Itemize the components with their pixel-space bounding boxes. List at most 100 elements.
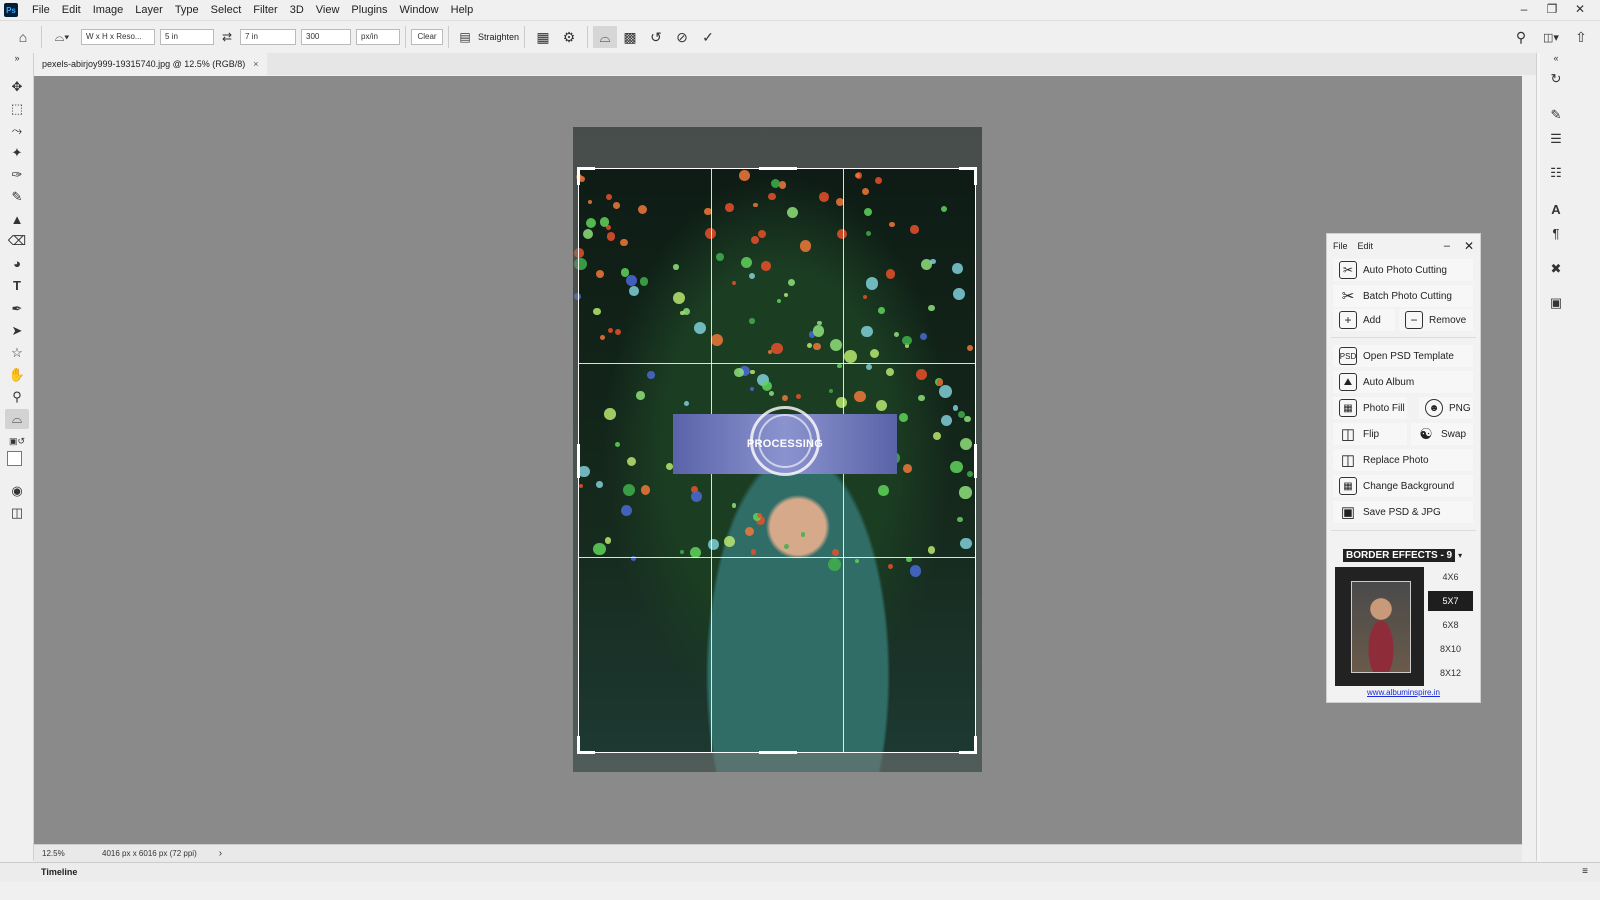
open-psd-template-button[interactable]: PSD Open PSD Template (1333, 345, 1473, 367)
zoom-tool-icon[interactable]: ⚲ (5, 387, 29, 407)
plugin-minimize-icon[interactable]: – (1444, 240, 1450, 252)
save-psd-jpg-button[interactable]: ▣ Save PSD & JPG (1333, 501, 1473, 523)
document-tab[interactable]: pexels-abirjoy999-19315740.jpg @ 12.5% (… (34, 53, 267, 75)
close-window-icon[interactable]: ✕ (1566, 0, 1594, 18)
crop-settings-gear-icon[interactable]: ⚙ (556, 26, 582, 48)
marquee-tool-icon[interactable]: ⬚ (5, 99, 29, 119)
straighten-icon[interactable]: ▤ (454, 26, 476, 48)
magic-wand-tool-icon[interactable]: ✦ (5, 143, 29, 163)
menu-window[interactable]: Window (394, 0, 445, 20)
png-button[interactable]: ☻ PNG (1419, 397, 1473, 419)
cancel-crop-icon[interactable]: ⊘ (669, 26, 695, 48)
close-tab-icon[interactable]: × (253, 59, 258, 69)
path-select-tool-icon[interactable]: ➤ (5, 321, 29, 341)
reset-crop-icon[interactable]: ↺ (643, 26, 669, 48)
panel-menu-icon[interactable]: ≡ (1582, 866, 1588, 877)
crop-handle-bottom-left[interactable] (577, 736, 580, 754)
website-link[interactable]: www.albuminspire.in (1327, 688, 1480, 697)
menu-file[interactable]: File (26, 0, 56, 20)
plugin-close-icon[interactable]: ✕ (1464, 239, 1474, 253)
status-expand-icon[interactable]: › (219, 848, 222, 859)
menu-edit[interactable]: Edit (56, 0, 87, 20)
straighten-label[interactable]: Straighten (478, 32, 519, 42)
home-icon[interactable]: ⌂ (10, 26, 36, 48)
clear-button[interactable]: Clear (411, 29, 443, 45)
collapse-dock-icon[interactable]: « (1546, 53, 1566, 63)
adjustments-icon[interactable]: ☰ (1546, 129, 1566, 149)
share-icon[interactable]: ⇧ (1568, 26, 1594, 48)
swap-dimensions-icon[interactable]: ⇄ (214, 26, 240, 48)
ratio-preset-select[interactable]: W x H x Reso... (81, 29, 155, 45)
color-swatches[interactable] (5, 451, 29, 473)
crop-handle-top[interactable] (759, 167, 797, 170)
workspace-icon[interactable]: ◫▾ (1534, 26, 1568, 48)
content-aware-icon[interactable]: ▩ (617, 26, 643, 48)
crop-handle-bottom-right[interactable] (974, 736, 977, 754)
crop-width-input[interactable]: 5 in (160, 29, 214, 45)
stamp-tool-icon[interactable]: ▲ (5, 209, 29, 229)
crop-height-input[interactable]: 7 in (240, 29, 296, 45)
flip-button[interactable]: ◫ Flip (1333, 423, 1407, 445)
eyedropper-tool-icon[interactable]: ✑ (5, 165, 29, 185)
menu-3d[interactable]: 3D (284, 0, 310, 20)
document-image[interactable]: PROCESSING (573, 127, 982, 772)
minimize-icon[interactable]: – (1510, 0, 1538, 18)
type-tool-icon[interactable]: T (5, 275, 29, 295)
swap-colors-icon[interactable]: ▣↺ (5, 431, 29, 451)
zoom-level[interactable]: 12.5% (42, 849, 92, 858)
resolution-input[interactable]: 300 (301, 29, 351, 45)
change-background-button[interactable]: ▦ Change Background (1333, 475, 1473, 497)
brush-settings-icon[interactable]: ✎ (1546, 105, 1566, 125)
swap-button[interactable]: ☯ Swap (1411, 423, 1473, 445)
auto-photo-cutting-button[interactable]: ✂ Auto Photo Cutting (1333, 259, 1473, 281)
foreground-background-colors[interactable] (7, 451, 28, 473)
menu-select[interactable]: Select (205, 0, 248, 20)
history-panel-icon[interactable]: ↻ (1546, 69, 1566, 89)
add-button[interactable]: + Add (1333, 309, 1395, 331)
crop-handle-top-left[interactable] (577, 167, 580, 185)
menu-image[interactable]: Image (87, 0, 130, 20)
crop-handle-left[interactable] (577, 444, 580, 478)
search-icon[interactable]: ⚲ (1508, 26, 1534, 48)
crop-handle-right[interactable] (974, 444, 977, 478)
eraser-tool-icon[interactable]: ⌫ (5, 231, 29, 251)
hand-tool-icon[interactable]: ✋ (5, 365, 29, 385)
canvas-area[interactable]: PROCESSING (34, 76, 1522, 844)
resolution-unit-select[interactable]: px/in (356, 29, 400, 45)
dodge-tool-icon[interactable]: ◕ (5, 253, 29, 273)
plugin-menu-edit[interactable]: Edit (1358, 241, 1374, 251)
menu-plugins[interactable]: Plugins (345, 0, 393, 20)
tools-preset-icon[interactable]: ✖ (1546, 259, 1566, 279)
restore-icon[interactable]: ❐ (1538, 0, 1566, 18)
character-panel-icon[interactable]: A (1546, 199, 1566, 219)
properties-icon[interactable]: ☷ (1546, 163, 1566, 183)
size-6x8[interactable]: 6X8 (1428, 615, 1473, 635)
delete-cropped-pixels-icon[interactable]: ⌓ (593, 26, 618, 48)
overlay-grid-icon[interactable]: ▦ (530, 26, 556, 48)
lasso-tool-icon[interactable]: ⤳ (5, 121, 29, 141)
photo-fill-button[interactable]: ▦ Photo Fill (1333, 397, 1407, 419)
brush-tool-icon[interactable]: ✎ (5, 187, 29, 207)
auto-album-button[interactable]: ⛰ Auto Album (1333, 371, 1473, 393)
menu-view[interactable]: View (310, 0, 346, 20)
move-tool-icon[interactable]: ✥ (5, 77, 29, 97)
menu-type[interactable]: Type (169, 0, 205, 20)
replace-photo-button[interactable]: ◫ Replace Photo (1333, 449, 1473, 471)
screen-mode-icon[interactable]: ◫ (5, 503, 29, 523)
commit-crop-icon[interactable]: ✓ (695, 26, 721, 48)
shape-tool-icon[interactable]: ☆ (5, 343, 29, 363)
size-8x10[interactable]: 8X10 (1428, 639, 1473, 659)
crop-tool-preset-icon[interactable]: ⌓▾ (47, 26, 77, 48)
menu-filter[interactable]: Filter (247, 0, 283, 20)
paragraph-panel-icon[interactable]: ¶ (1546, 223, 1566, 243)
foreground-color-swatch[interactable] (7, 451, 22, 466)
crop-handle-bottom[interactable] (759, 751, 797, 754)
plugin-menu-file[interactable]: File (1333, 241, 1348, 251)
border-effects-dropdown[interactable]: BORDER EFFECTS - 9 ▾ (1343, 547, 1468, 563)
timeline-tab[interactable]: Timeline (41, 867, 77, 877)
size-5x7[interactable]: 5X7 (1428, 591, 1473, 611)
size-8x12[interactable]: 8X12 (1428, 663, 1473, 683)
collapse-tools-icon[interactable]: » (5, 53, 29, 63)
crop-tool-icon[interactable]: ⌓ (5, 409, 29, 429)
remove-button[interactable]: − Remove (1399, 309, 1473, 331)
